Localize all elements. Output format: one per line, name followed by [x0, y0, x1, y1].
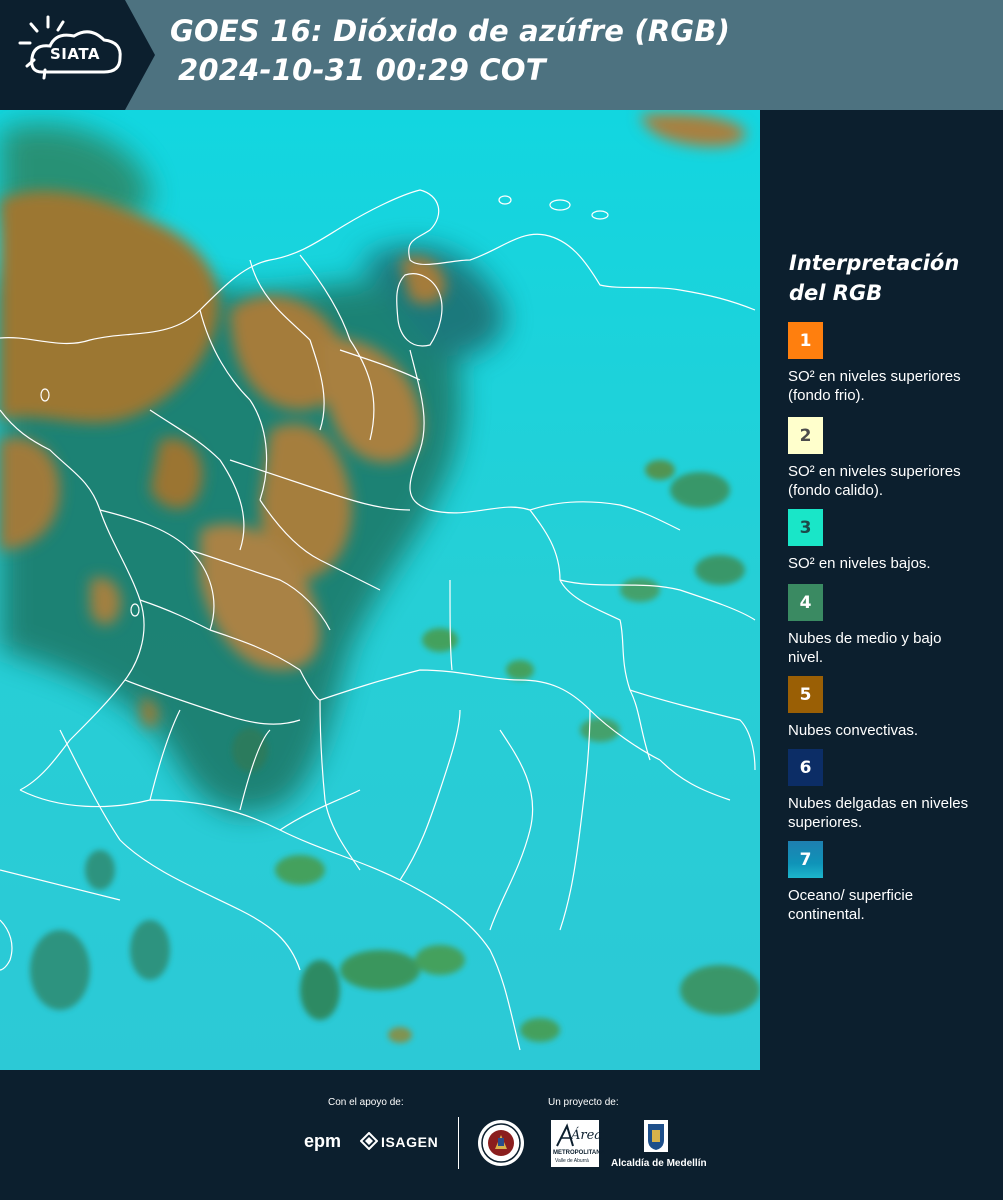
legend-label-1: SO² en niveles superiores (fondo frio). — [788, 368, 961, 404]
legend-title-line2: del RGB — [789, 281, 883, 305]
legend-title: Interpretación del RGB — [789, 248, 989, 308]
isagen-icon — [359, 1131, 379, 1151]
project-label: Un proyecto de: — [548, 1097, 619, 1108]
legend-panel: Interpretación del RGB 1 SO² en niveles … — [760, 110, 1003, 1070]
area-logo-sub2: Valle de Aburrá — [555, 1158, 589, 1164]
legend-swatch-5: 5 — [788, 676, 823, 713]
page-title: GOES 16: Dióxido de azúfre (RGB) — [170, 14, 731, 48]
legend-label-5: Nubes convectivas. — [788, 722, 919, 739]
legend-label-3: SO² en niveles bajos. — [788, 555, 931, 572]
header-bar: SIATA GOES 16: Dióxido de azúfre (RGB) 2… — [0, 0, 1003, 110]
legend-swatch-2: 2 — [788, 417, 823, 454]
legend-item-7: 7 Oceano/ superficie continental. — [788, 841, 998, 924]
support-label: Con el apoyo de: — [328, 1097, 404, 1108]
legend-swatch-1: 1 — [788, 322, 823, 359]
satellite-map — [0, 110, 760, 1070]
legend-swatch-3: 3 — [788, 509, 823, 546]
legend-item-2: 2 SO² en niveles superiores (fondo calid… — [788, 417, 998, 500]
area-logo-sub: METROPOLITANA — [553, 1150, 605, 1156]
legend-item-6: 6 Nubes delgadas en niveles superiores. — [788, 749, 998, 832]
logo-text: SIATA — [50, 45, 101, 63]
legend-item-1: 1 SO² en niveles superiores (fondo frio)… — [788, 322, 998, 405]
medellin-seal-icon — [476, 1118, 526, 1168]
legend-item-4: 4 Nubes de medio y bajo nivel. — [788, 584, 998, 667]
timestamp: 2024-10-31 00:29 COT — [178, 53, 546, 87]
legend-swatch-4: 4 — [788, 584, 823, 621]
legend-title-line1: Interpretación — [789, 251, 960, 275]
legend-item-3: 3 SO² en niveles bajos. — [788, 509, 998, 573]
area-metropolitana-logo: Área METROPOLITANA Valle de Aburrá — [551, 1120, 605, 1167]
isagen-logo: ISAGEN — [381, 1134, 439, 1150]
legend-swatch-7: 7 — [788, 841, 823, 878]
footer: Con el apoyo de: Un proyecto de: epm ISA… — [0, 1070, 1003, 1200]
area-logo-text: Área — [571, 1128, 603, 1143]
alcaldia-shield-icon — [640, 1118, 672, 1156]
legend-swatch-6: 6 — [788, 749, 823, 786]
legend-item-5: 5 Nubes convectivas. — [788, 676, 998, 740]
alcaldia-logo: Alcaldía de Medellín — [611, 1158, 707, 1169]
epm-logo: epm — [304, 1131, 342, 1151]
legend-label-6: Nubes delgadas en niveles superiores. — [788, 795, 969, 831]
siata-logo: SIATA — [0, 0, 160, 110]
legend-label-2: SO² en niveles superiores (fondo calido)… — [788, 463, 961, 499]
legend-label-7: Oceano/ superficie continental. — [788, 887, 914, 923]
legend-label-4: Nubes de medio y bajo nivel. — [788, 630, 942, 666]
footer-divider — [458, 1117, 459, 1169]
